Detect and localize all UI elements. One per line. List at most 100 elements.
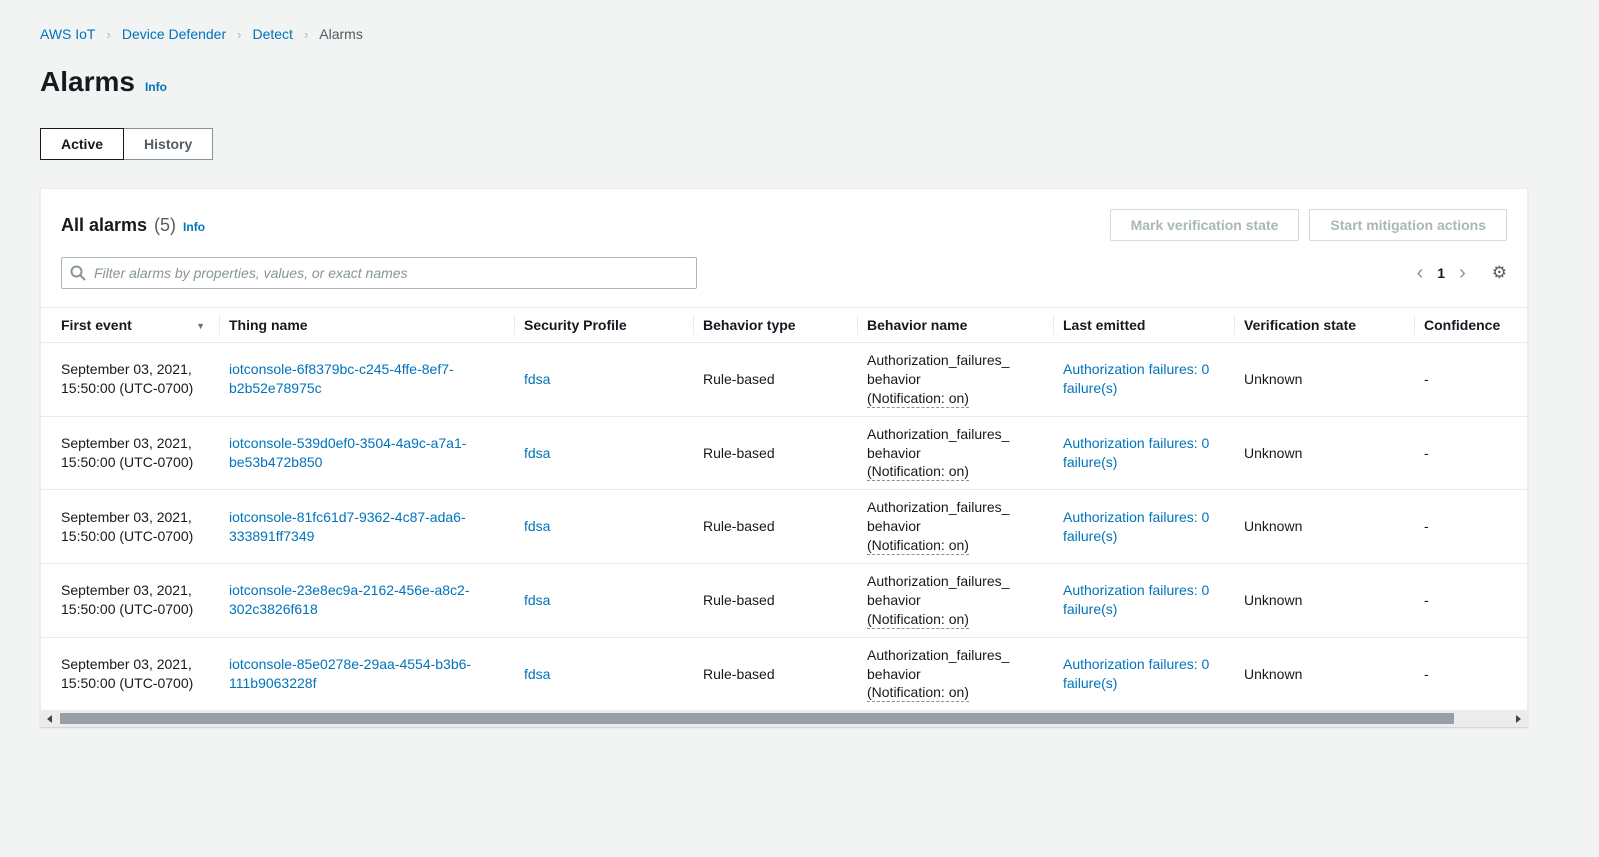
column-header-behavior-type: Behavior type bbox=[693, 308, 857, 343]
panel-title-text: All alarms bbox=[61, 215, 147, 236]
verification-state-cell: Unknown bbox=[1234, 490, 1414, 564]
column-header-security-profile: Security Profile bbox=[514, 308, 693, 343]
thing-name-link[interactable]: iotconsole-6f8379bc-c245-4ffe-8ef7-b2b52… bbox=[229, 361, 454, 396]
scroll-right-icon[interactable] bbox=[1510, 711, 1527, 726]
gear-icon[interactable]: ⚙ bbox=[1492, 265, 1507, 282]
security-profile-link[interactable]: fdsa bbox=[524, 445, 550, 461]
column-header-label: First event bbox=[61, 317, 132, 333]
security-profile-link[interactable]: fdsa bbox=[524, 518, 550, 534]
confidence-cell: - bbox=[1414, 343, 1527, 417]
confidence-cell: - bbox=[1414, 637, 1527, 711]
column-header-verification-state: Verification state bbox=[1234, 308, 1414, 343]
behavior-name-text: Authorization_failures_behavior bbox=[867, 646, 1015, 684]
behavior-name-text: Authorization_failures_behavior bbox=[867, 572, 1015, 610]
scrollbar-track[interactable] bbox=[58, 711, 1510, 726]
notification-status[interactable]: (Notification: on) bbox=[867, 611, 969, 629]
behavior-type-cell: Rule-based bbox=[693, 343, 857, 417]
breadcrumb-link-aws-iot[interactable]: AWS IoT bbox=[40, 26, 96, 42]
last-emitted-link[interactable]: Authorization failures: 0 failure(s) bbox=[1063, 435, 1209, 470]
panel-actions: Mark verification state Start mitigation… bbox=[1110, 209, 1507, 241]
breadcrumb-current: Alarms bbox=[319, 26, 363, 42]
sort-icon[interactable]: ▼ bbox=[196, 321, 205, 331]
last-emitted-link[interactable]: Authorization failures: 0 failure(s) bbox=[1063, 656, 1209, 691]
thing-name-link[interactable]: iotconsole-81fc61d7-9362-4c87-ada6-33389… bbox=[229, 509, 466, 544]
security-profile-link[interactable]: fdsa bbox=[524, 592, 550, 608]
breadcrumb-separator-icon: › bbox=[107, 27, 111, 42]
left-arrow-icon bbox=[47, 715, 52, 723]
breadcrumb-link-detect[interactable]: Detect bbox=[252, 26, 292, 42]
table-row: September 03, 2021, 15:50:00 (UTC-0700) … bbox=[41, 416, 1527, 490]
behavior-type-cell: Rule-based bbox=[693, 416, 857, 490]
breadcrumb: AWS IoT › Device Defender › Detect › Ala… bbox=[40, 26, 1528, 42]
security-profile-link[interactable]: fdsa bbox=[524, 371, 550, 387]
last-emitted-link[interactable]: Authorization failures: 0 failure(s) bbox=[1063, 509, 1209, 544]
scrollbar-thumb[interactable] bbox=[60, 713, 1454, 724]
first-event-cell: September 03, 2021, 15:50:00 (UTC-0700) bbox=[41, 343, 219, 417]
tab-active[interactable]: Active bbox=[40, 128, 124, 160]
last-emitted-link[interactable]: Authorization failures: 0 failure(s) bbox=[1063, 361, 1209, 396]
panel-info-link[interactable]: Info bbox=[183, 220, 205, 234]
verification-state-cell: Unknown bbox=[1234, 416, 1414, 490]
breadcrumb-link-device-defender[interactable]: Device Defender bbox=[122, 26, 226, 42]
table-row: September 03, 2021, 15:50:00 (UTC-0700) … bbox=[41, 564, 1527, 638]
first-event-cell: September 03, 2021, 15:50:00 (UTC-0700) bbox=[41, 637, 219, 711]
search-input[interactable] bbox=[61, 257, 697, 289]
first-event-cell: September 03, 2021, 15:50:00 (UTC-0700) bbox=[41, 416, 219, 490]
behavior-name-text: Authorization_failures_behavior bbox=[867, 351, 1015, 389]
scroll-left-icon[interactable] bbox=[41, 711, 58, 726]
confidence-cell: - bbox=[1414, 416, 1527, 490]
verification-state-cell: Unknown bbox=[1234, 564, 1414, 638]
behavior-type-cell: Rule-based bbox=[693, 564, 857, 638]
thing-name-link[interactable]: iotconsole-85e0278e-29aa-4554-b3b6-111b9… bbox=[229, 656, 471, 691]
first-event-cell: September 03, 2021, 15:50:00 (UTC-0700) bbox=[41, 564, 219, 638]
verification-state-cell: Unknown bbox=[1234, 637, 1414, 711]
mark-verification-state-button[interactable]: Mark verification state bbox=[1110, 209, 1300, 241]
table-row: September 03, 2021, 15:50:00 (UTC-0700) … bbox=[41, 343, 1527, 417]
table-row: September 03, 2021, 15:50:00 (UTC-0700) … bbox=[41, 637, 1527, 711]
table-header-row: First event ▼ Thing name Security Profil… bbox=[41, 308, 1527, 343]
breadcrumb-separator-icon: › bbox=[304, 27, 308, 42]
column-header-first-event[interactable]: First event ▼ bbox=[41, 308, 219, 343]
table-row: September 03, 2021, 15:50:00 (UTC-0700) … bbox=[41, 490, 1527, 564]
panel-title: All alarms (5) Info bbox=[61, 215, 205, 236]
right-arrow-icon bbox=[1516, 715, 1521, 723]
page-title: Alarms bbox=[40, 66, 135, 98]
security-profile-link[interactable]: fdsa bbox=[524, 666, 550, 682]
tab-group: Active History bbox=[40, 128, 1528, 160]
column-header-thing-name: Thing name bbox=[219, 308, 514, 343]
alarms-table: First event ▼ Thing name Security Profil… bbox=[41, 307, 1527, 711]
column-header-last-emitted: Last emitted bbox=[1053, 308, 1234, 343]
column-header-behavior-name: Behavior name bbox=[857, 308, 1053, 343]
notification-status[interactable]: (Notification: on) bbox=[867, 537, 969, 555]
pagination-next-icon[interactable]: › bbox=[1451, 263, 1474, 283]
panel-count: (5) bbox=[154, 215, 176, 236]
notification-status[interactable]: (Notification: on) bbox=[867, 684, 969, 702]
pagination-prev-icon[interactable]: ‹ bbox=[1409, 263, 1432, 283]
breadcrumb-separator-icon: › bbox=[237, 27, 241, 42]
first-event-cell: September 03, 2021, 15:50:00 (UTC-0700) bbox=[41, 490, 219, 564]
verification-state-cell: Unknown bbox=[1234, 343, 1414, 417]
behavior-name-text: Authorization_failures_behavior bbox=[867, 498, 1015, 536]
thing-name-link[interactable]: iotconsole-539d0ef0-3504-4a9c-a7a1-be53b… bbox=[229, 435, 466, 470]
search-icon bbox=[70, 265, 86, 281]
panel-header: All alarms (5) Info Mark verification st… bbox=[41, 189, 1527, 257]
pagination: ‹ 1 › ⚙ bbox=[1409, 263, 1507, 283]
confidence-cell: - bbox=[1414, 564, 1527, 638]
last-emitted-link[interactable]: Authorization failures: 0 failure(s) bbox=[1063, 582, 1209, 617]
notification-status[interactable]: (Notification: on) bbox=[867, 390, 969, 408]
behavior-name-text: Authorization_failures_behavior bbox=[867, 425, 1015, 463]
alarms-panel: All alarms (5) Info Mark verification st… bbox=[40, 188, 1528, 727]
horizontal-scrollbar[interactable] bbox=[41, 711, 1527, 726]
tab-history[interactable]: History bbox=[123, 128, 213, 160]
page-info-link[interactable]: Info bbox=[145, 80, 167, 94]
pagination-current-page[interactable]: 1 bbox=[1431, 265, 1451, 281]
behavior-type-cell: Rule-based bbox=[693, 490, 857, 564]
table-toolbar: ‹ 1 › ⚙ bbox=[41, 257, 1527, 307]
page-content: AWS IoT › Device Defender › Detect › Ala… bbox=[40, 0, 1528, 727]
behavior-type-cell: Rule-based bbox=[693, 637, 857, 711]
thing-name-link[interactable]: iotconsole-23e8ec9a-2162-456e-a8c2-302c3… bbox=[229, 582, 470, 617]
start-mitigation-actions-button[interactable]: Start mitigation actions bbox=[1309, 209, 1507, 241]
notification-status[interactable]: (Notification: on) bbox=[867, 463, 969, 481]
column-header-confidence: Confidence bbox=[1414, 308, 1527, 343]
filter-box bbox=[61, 257, 697, 289]
